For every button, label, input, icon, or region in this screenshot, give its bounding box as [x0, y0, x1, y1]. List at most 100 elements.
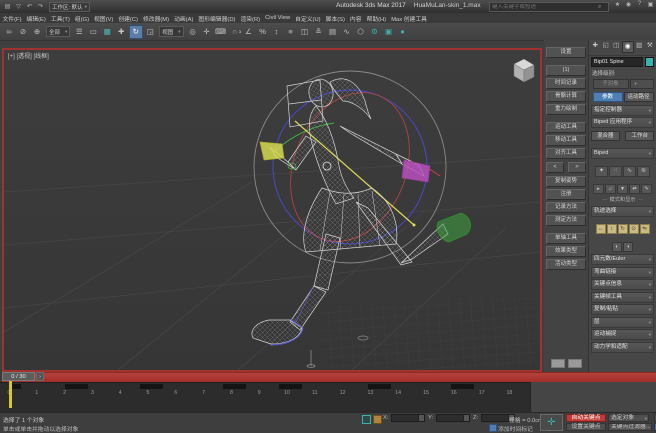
side-tool-button[interactable]: 测定方法 [546, 215, 586, 226]
menu-item[interactable]: Max 创建工具 [389, 14, 430, 23]
sign-in-icon[interactable]: ◉ [624, 1, 633, 8]
select-and-scale-icon[interactable]: ◲ [144, 25, 157, 38]
body-horizontal-button[interactable]: ↔ [596, 224, 606, 234]
body-vertical-button[interactable]: ↕ [607, 224, 617, 234]
curve-editor-icon[interactable]: ∿ [340, 25, 353, 38]
parameters-button[interactable]: 参数 [593, 92, 623, 102]
rendered-frame-window-icon[interactable]: ▣ [382, 25, 395, 38]
rectangular-selection-region-icon[interactable]: ▭ [87, 25, 100, 38]
selection-lock-icon[interactable] [373, 415, 382, 424]
viewport-label[interactable]: [+] [透视] [线框] [8, 51, 49, 60]
mixer-mode-icon[interactable]: ≋ [637, 166, 650, 177]
tab-motion[interactable]: ◉ [622, 41, 634, 53]
side-tool-button[interactable]: 移动工具 [546, 135, 586, 146]
unlink-selection-icon[interactable]: ⊘ [17, 25, 30, 38]
bind-to-space-warp-icon[interactable]: ⊕ [31, 25, 44, 38]
reference-coordinate-system-dropdown[interactable]: 视图▾ [159, 26, 183, 37]
window-crossing-icon[interactable]: ▦ [101, 25, 114, 38]
rollout-header[interactable]: 动力学和适配▾ [591, 342, 654, 353]
set-key-button[interactable]: ✛ [540, 414, 563, 431]
menu-item[interactable]: 工具(T) [48, 14, 72, 23]
side-tool-button[interactable]: < [546, 162, 564, 173]
key-selection-filter-dropdown[interactable]: 选定对象▾ [608, 414, 649, 422]
menu-item[interactable]: 创建(C) [116, 14, 141, 23]
app-menu-icon[interactable]: ▤ [3, 3, 12, 10]
menu-item[interactable]: 编辑(E) [24, 14, 48, 23]
rollout-biped-apps[interactable]: Biped 应用程序▾ [591, 117, 654, 128]
rollout-header[interactable]: 运动捕捉▾ [591, 329, 654, 340]
sub-object-button[interactable]: 子对象 [593, 79, 629, 89]
rollout-biped[interactable]: Biped▾ [591, 148, 654, 159]
percent-snap-icon[interactable]: % [256, 25, 269, 38]
workbench-button[interactable]: 工作台 [625, 131, 654, 141]
motion-flow-mode-icon[interactable]: ∿ [623, 166, 636, 177]
view-cube[interactable] [514, 59, 534, 82]
menu-item[interactable]: 视图(V) [92, 14, 116, 23]
biped-playback-icon[interactable]: ▸ [593, 184, 604, 194]
select-by-name-icon[interactable]: ☰ [73, 25, 86, 38]
edit-named-selection-sets-icon[interactable]: ≡ [284, 25, 297, 38]
mirror-icon[interactable]: ◫ [298, 25, 311, 38]
track-key[interactable] [140, 384, 163, 389]
menu-item[interactable]: 自定义(U) [293, 14, 323, 23]
rollout-header[interactable]: 四元数/Euler▾ [591, 254, 654, 265]
keyboard-shortcut-override-icon[interactable]: ⌨ [214, 25, 227, 38]
side-tool-button[interactable]: 注册 [546, 189, 586, 200]
help-icon[interactable]: ? [635, 1, 644, 8]
search-box[interactable]: ⌕ [489, 2, 609, 12]
figure-mode-icon[interactable]: ✦ [595, 166, 608, 177]
track-bar[interactable]: 0123456789101112131415161718 [0, 382, 530, 413]
tab-create[interactable]: ✚ [590, 41, 600, 51]
menu-item[interactable]: 图形编辑器(D) [196, 14, 238, 23]
sub-object-dropdown[interactable]: ▾ [630, 79, 654, 89]
convert-icon[interactable]: ⇄ [629, 184, 640, 194]
auto-key-toggle[interactable]: 自动关键点 [566, 414, 606, 422]
opposite-button[interactable]: ◐ [612, 242, 622, 252]
menu-item[interactable]: 文件(F) [0, 14, 24, 23]
modes-and-display-expander[interactable]: 模式和显示 [589, 195, 656, 204]
save-icon[interactable]: ▽ [14, 3, 23, 10]
side-tool-button[interactable]: (1) [546, 65, 586, 76]
symmetrical-button[interactable]: ⇋ [640, 224, 650, 234]
time-slider-track-autokey[interactable] [2, 372, 656, 382]
menu-item[interactable]: 帮助(H) [364, 14, 389, 23]
tab-display[interactable]: ▥ [634, 41, 644, 51]
current-frame-indicator[interactable] [9, 381, 12, 408]
angle-snap-icon[interactable]: ∠ [242, 25, 255, 38]
track-key[interactable] [223, 384, 246, 389]
select-and-rotate-icon[interactable]: ↻ [129, 25, 143, 39]
select-and-manipulate-icon[interactable]: ✛ [200, 25, 213, 38]
side-tool-button[interactable]: 运动工具 [546, 122, 586, 133]
menu-item[interactable]: 渲染(R) [238, 14, 263, 23]
side-tool-button[interactable]: 骨骼计算 [546, 91, 586, 102]
body-rotation-button[interactable]: ↻ [618, 224, 628, 234]
menu-item[interactable]: 内容 [347, 14, 364, 23]
set-key-mode-toggle[interactable]: 设置关键点 [566, 423, 606, 431]
key-filters-button[interactable]: 关键点过滤器... [608, 423, 652, 431]
side-tool-button[interactable]: 活动类型 [546, 259, 586, 270]
side-footer-button[interactable] [551, 359, 565, 368]
workspace-dropdown[interactable]: 工作区: 默认 ▾ [49, 2, 90, 12]
tab-utilities[interactable]: ⚒ [645, 41, 655, 51]
y-coordinate-field[interactable] [436, 414, 470, 422]
x-coordinate-field[interactable] [391, 414, 425, 422]
use-pivot-point-center-icon[interactable]: ◎ [186, 25, 199, 38]
object-color-swatch[interactable] [645, 57, 654, 67]
rollout-track-selection[interactable]: 轨迹选择▾ [591, 206, 654, 217]
snap-toggle-3d-icon[interactable]: ∩3 [228, 25, 241, 38]
menu-item[interactable]: Civil View [263, 15, 293, 21]
side-tool-button[interactable]: 对齐工具 [546, 148, 586, 159]
track-key[interactable] [368, 384, 391, 389]
motion-paths-button[interactable]: 运动路径 [624, 92, 654, 102]
load-file-icon[interactable]: ▱ [605, 184, 616, 194]
isolate-selection-icon[interactable] [362, 415, 371, 424]
side-tool-button[interactable]: 时间记录 [546, 78, 586, 89]
side-tool-button[interactable]: 单轴工具 [546, 233, 586, 244]
undo-icon[interactable]: ↶ [25, 3, 34, 10]
select-and-move-icon[interactable]: ✚ [115, 25, 128, 38]
tab-modify[interactable]: ◱ [601, 41, 611, 51]
track-key[interactable] [65, 384, 88, 389]
layer-manager-icon[interactable]: ▤ [326, 25, 339, 38]
rollout-header[interactable]: 层▾ [591, 317, 654, 328]
side-tool-button[interactable]: > [568, 162, 586, 173]
